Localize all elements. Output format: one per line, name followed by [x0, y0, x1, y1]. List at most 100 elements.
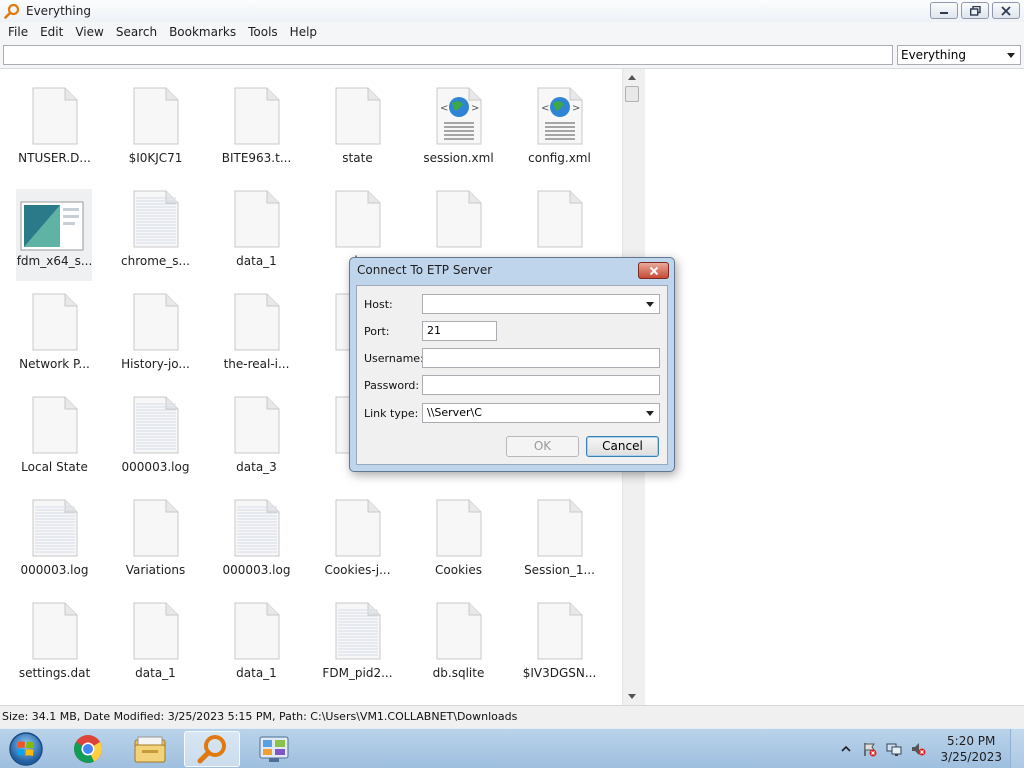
- file-item[interactable]: $I0KJC71: [105, 69, 201, 165]
- clock-time: 5:20 PM: [947, 734, 996, 748]
- menu-file[interactable]: File: [2, 25, 34, 39]
- volume-muted-icon[interactable]: [910, 741, 926, 757]
- file-name: History-jo...: [121, 357, 190, 371]
- show-desktop-button[interactable]: [1010, 729, 1024, 768]
- menu-help[interactable]: Help: [284, 25, 323, 39]
- file-item[interactable]: [509, 172, 605, 268]
- file-item[interactable]: 000003.log: [206, 481, 302, 577]
- file-name: data_1: [236, 666, 277, 680]
- text-file-icon: [234, 499, 280, 557]
- file-name: Local State: [21, 460, 88, 474]
- file-item[interactable]: data_3: [206, 378, 302, 474]
- file-item[interactable]: fdm_x64_s...: [16, 189, 92, 281]
- taskbar-file-explorer[interactable]: [122, 731, 178, 767]
- everything-search-icon: [197, 735, 226, 764]
- start-orb-icon: [9, 732, 43, 766]
- svg-text:>: >: [471, 103, 479, 114]
- file-item[interactable]: < > session.xml: [408, 69, 504, 165]
- file-item[interactable]: data_1: [206, 584, 302, 680]
- image-file-icon: [19, 194, 85, 252]
- file-item[interactable]: [408, 172, 504, 268]
- file-item[interactable]: chrome_s...: [105, 172, 201, 268]
- filter-select[interactable]: Everything: [897, 45, 1021, 65]
- text-file-icon: [32, 499, 78, 557]
- chevron-down-icon[interactable]: [646, 411, 654, 416]
- network-icon[interactable]: [886, 741, 902, 757]
- file-item[interactable]: Cookies: [408, 481, 504, 577]
- file-item[interactable]: da: [307, 172, 403, 268]
- blank-file-icon: [32, 293, 78, 351]
- taskbar-control-panel[interactable]: [246, 731, 302, 767]
- file-name: Cookies-j...: [324, 563, 391, 577]
- blank-file-icon: [335, 190, 381, 248]
- username-input[interactable]: [422, 348, 660, 368]
- menu-edit[interactable]: Edit: [34, 25, 69, 39]
- file-explorer-icon: [134, 736, 166, 763]
- menu-bookmarks[interactable]: Bookmarks: [163, 25, 242, 39]
- blank-file-icon: [537, 602, 583, 660]
- file-item[interactable]: 000003.log: [105, 378, 201, 474]
- file-name: settings.dat: [18, 666, 91, 680]
- file-item[interactable]: data_1: [206, 172, 302, 268]
- blank-file-icon: [436, 602, 482, 660]
- file-name: db.sqlite: [432, 666, 485, 680]
- file-item[interactable]: < > config.xml: [509, 69, 605, 165]
- file-item[interactable]: 000003.log: [4, 481, 100, 577]
- system-tray: 5:20 PM 3/25/2023: [834, 729, 1024, 768]
- scroll-down-icon[interactable]: [628, 694, 636, 699]
- file-item[interactable]: Cookies-j...: [307, 481, 403, 577]
- file-item[interactable]: state: [307, 69, 403, 165]
- scroll-thumb[interactable]: [625, 86, 639, 102]
- file-name: Cookies: [435, 563, 482, 577]
- menu-tools[interactable]: Tools: [242, 25, 284, 39]
- taskbar-chrome[interactable]: [60, 731, 116, 767]
- file-item[interactable]: History-jo...: [105, 275, 201, 371]
- show-hidden-icons-chevron-icon[interactable]: [838, 741, 854, 757]
- host-combobox[interactable]: [422, 294, 660, 314]
- menu-view[interactable]: View: [69, 25, 109, 39]
- close-button[interactable]: [992, 2, 1020, 19]
- clock-date: 3/25/2023: [940, 750, 1002, 764]
- file-item[interactable]: data_1: [105, 584, 201, 680]
- chevron-down-icon[interactable]: [646, 302, 654, 307]
- password-input[interactable]: [422, 375, 660, 395]
- cancel-button[interactable]: Cancel: [586, 436, 659, 457]
- ok-button[interactable]: OK: [506, 436, 579, 457]
- port-input[interactable]: 21: [422, 321, 497, 341]
- file-item[interactable]: $IV3DGSN...: [509, 584, 605, 680]
- blank-file-icon: [436, 190, 482, 248]
- menu-search[interactable]: Search: [110, 25, 163, 39]
- file-name: data_3: [236, 460, 277, 474]
- file-item[interactable]: BITE963.t...: [206, 69, 302, 165]
- filter-select-value: Everything: [901, 48, 966, 62]
- file-name: 000003.log: [121, 460, 190, 474]
- blank-file-icon: [32, 396, 78, 454]
- link-type-select[interactable]: \\Server\C: [422, 403, 660, 423]
- restore-button[interactable]: [961, 2, 989, 19]
- file-item[interactable]: the-real-i...: [206, 275, 302, 371]
- search-input[interactable]: [3, 45, 893, 65]
- connect-etp-dialog: Connect To ETP Server Host: Port: 21 Use…: [349, 257, 675, 472]
- taskbar-everything[interactable]: [184, 731, 240, 767]
- svg-text:>: >: [572, 103, 580, 114]
- action-center-flag-icon[interactable]: [862, 741, 878, 757]
- file-item[interactable]: Variations: [105, 481, 201, 577]
- file-item[interactable]: settings.dat: [4, 584, 100, 680]
- taskbar: 5:20 PM 3/25/2023: [0, 728, 1024, 768]
- file-item[interactable]: NTUSER.D...: [4, 69, 100, 165]
- file-item[interactable]: FDM_pid2...: [307, 584, 403, 680]
- scroll-up-icon[interactable]: [628, 75, 636, 80]
- chevron-down-icon: [1007, 53, 1015, 58]
- file-item[interactable]: Session_1...: [509, 481, 605, 577]
- file-item[interactable]: db.sqlite: [408, 584, 504, 680]
- dialog-title: Connect To ETP Server: [357, 263, 493, 277]
- file-item[interactable]: Network P...: [4, 275, 100, 371]
- minimize-button[interactable]: [930, 2, 958, 19]
- xml-file-icon: < >: [436, 87, 482, 145]
- dialog-close-button[interactable]: [638, 262, 669, 279]
- text-file-icon: [133, 396, 179, 454]
- file-item[interactable]: Local State: [4, 378, 100, 474]
- status-bar: Size: 34.1 MB, Date Modified: 3/25/2023 …: [0, 705, 1024, 728]
- clock[interactable]: 5:20 PM 3/25/2023: [940, 733, 1002, 765]
- start-button[interactable]: [4, 730, 48, 768]
